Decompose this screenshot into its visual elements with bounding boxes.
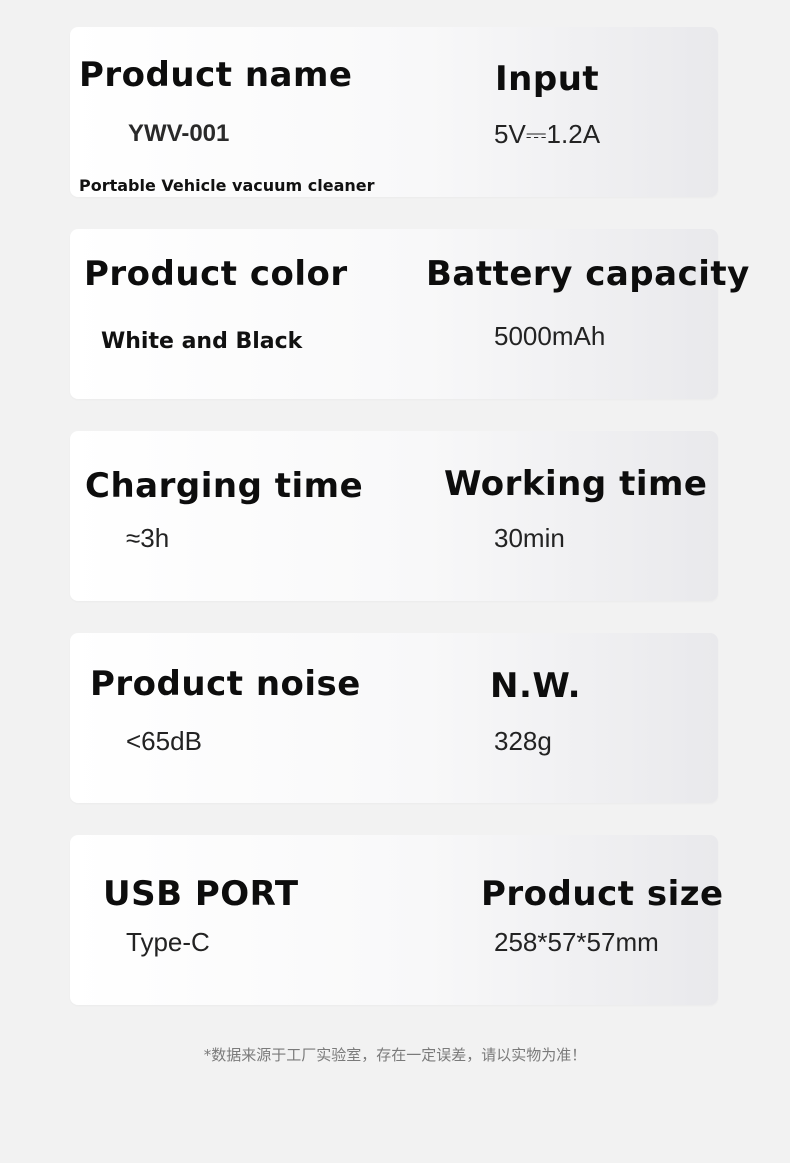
product-name-value: YWV-001 [128,120,230,147]
product-size-label: Product size [481,874,724,914]
spec-card-product-color: Product color White and Black Battery ca… [70,229,749,399]
product-color-value: White and Black [101,329,303,354]
charging-time-value: ≈3h [126,523,170,553]
net-weight-label: N.W. [490,666,582,706]
usb-port-value: Type-C [126,927,210,957]
product-name-label: Product name [79,55,353,95]
product-noise-label: Product noise [90,664,361,704]
spec-card-product-name: Product name YWV-001 Portable Vehicle va… [70,27,718,197]
battery-capacity-value: 5000mAh [494,321,606,351]
battery-capacity-label: Battery capacity [426,254,750,294]
disclaimer-footnote: *数据来源于工厂实验室，存在一定误差，请以实物为准！ [203,1046,587,1064]
product-size-value: 258*57*57mm [494,927,659,957]
working-time-label: Working time [444,464,708,504]
spec-card-usb-port: USB PORT Type-C Product size 258*57*57mm [70,835,723,1005]
input-label: Input [495,59,600,99]
spec-card-charging-time: Charging time ≈3h Working time 30min [70,431,718,601]
product-noise-value: <65dB [126,726,202,756]
net-weight-value: 328g [494,726,552,756]
usb-port-label: USB PORT [103,874,299,914]
working-time-value: 30min [494,523,565,553]
input-value: 5V⎓1.2A [494,119,601,149]
charging-time-label: Charging time [85,466,364,506]
spec-card-product-noise: Product noise <65dB N.W. 328g [70,633,718,803]
product-name-note: Portable Vehicle vacuum cleaner [79,176,375,195]
product-color-label: Product color [84,254,348,294]
